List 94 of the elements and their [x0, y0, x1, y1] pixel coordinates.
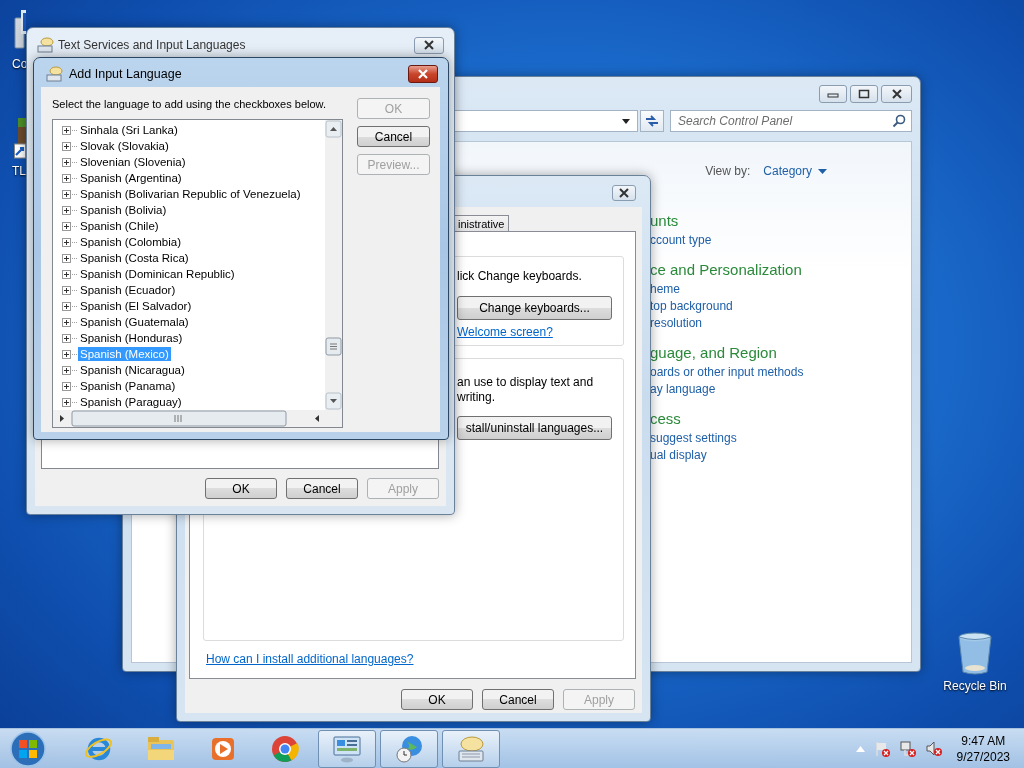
keyboard-bubble-icon	[37, 37, 54, 53]
close-button[interactable]	[408, 65, 438, 83]
expand-icon[interactable]	[62, 269, 71, 279]
category-task-link[interactable]: ccount type	[650, 232, 827, 249]
expand-icon[interactable]	[62, 301, 71, 311]
expand-icon[interactable]	[62, 237, 71, 247]
category-task-link[interactable]: ay language	[650, 381, 827, 398]
language-item[interactable]: Spanish (Bolivia)	[78, 203, 169, 217]
help-link[interactable]: How can I install additional languages?	[206, 652, 624, 667]
language-item[interactable]: Spanish (Colombia)	[78, 235, 183, 249]
refresh-icon	[644, 114, 660, 128]
language-item[interactable]: Spanish (Chile)	[78, 219, 161, 233]
expand-icon[interactable]	[62, 125, 71, 135]
block-shortcut-icon[interactable]	[14, 116, 26, 162]
dialog-button[interactable]: OK	[401, 689, 473, 710]
expand-icon[interactable]	[62, 365, 71, 375]
language-item[interactable]: Spanish (Panama)	[78, 379, 178, 393]
dialog-button[interactable]: Cancel	[482, 689, 554, 710]
keyboard-bubble-icon	[46, 66, 63, 82]
language-item[interactable]: Spanish (Bolivarian Republic of Venezuela)	[78, 187, 303, 201]
expand-icon[interactable]	[62, 221, 71, 231]
welcome-screen-link[interactable]: Welcome screen?	[457, 325, 553, 340]
dropdown-icon	[818, 168, 827, 174]
display-language-text: an use to display text and writing.	[457, 375, 594, 405]
language-item[interactable]: Spanish (El Salvador)	[78, 299, 194, 313]
view-by-label: View by:	[705, 164, 751, 178]
category-task-link[interactable]: resolution	[650, 315, 827, 332]
language-item[interactable]: Slovenian (Slovenia)	[78, 155, 188, 169]
expand-icon[interactable]	[62, 285, 71, 295]
expand-icon[interactable]	[62, 189, 71, 199]
close-button[interactable]	[881, 85, 912, 103]
language-item[interactable]: Spanish (Paraguay)	[78, 395, 184, 409]
language-item[interactable]: Spanish (Guatemala)	[78, 315, 191, 329]
expand-icon[interactable]	[62, 173, 71, 183]
category-heading-link[interactable]: cess	[650, 408, 827, 430]
taskbar-button[interactable]	[318, 729, 376, 768]
desktop-icon-label[interactable]: Recycle Bin	[943, 679, 1007, 693]
category-heading-link[interactable]: guage, and Region	[650, 342, 827, 364]
maximize-button[interactable]	[850, 85, 878, 103]
language-item[interactable]: Spanish (Dominican Republic)	[78, 267, 237, 281]
expand-icon[interactable]	[62, 397, 71, 407]
expand-icon[interactable]	[62, 253, 71, 263]
clock-time[interactable]: 9:47 AM	[961, 732, 1006, 749]
close-icon	[423, 40, 435, 50]
language-item[interactable]: Sinhala (Sri Lanka)	[78, 123, 180, 137]
expand-icon[interactable]	[62, 349, 71, 359]
language-item[interactable]: Spanish (Costa Rica)	[78, 251, 191, 265]
close-icon	[417, 69, 429, 79]
expand-icon[interactable]	[62, 205, 71, 215]
taskbar-button[interactable]	[380, 729, 438, 768]
language-item[interactable]: Slovak (Slovakia)	[78, 139, 171, 153]
language-item[interactable]: Spanish (Ecuador)	[78, 283, 178, 297]
search-icon	[892, 114, 906, 128]
change-keyboards-button[interactable]: Change keyboards...	[457, 296, 612, 320]
search-field[interactable]: Search Control Panel	[670, 110, 912, 132]
expand-icon[interactable]	[62, 333, 71, 343]
expand-icon[interactable]	[62, 317, 71, 327]
dialog-button[interactable]: Cancel	[357, 126, 430, 147]
maximize-icon	[858, 89, 870, 99]
category-heading-link[interactable]: unts	[650, 210, 827, 232]
view-by-dropdown[interactable]: Category	[763, 164, 827, 178]
dropdown-icon	[622, 118, 630, 124]
desktop-icon-label[interactable]: TL	[12, 164, 26, 178]
category-heading-link[interactable]: ce and Personalization	[650, 259, 827, 281]
start-button[interactable]	[8, 728, 48, 768]
instruction-text: lick Change keyboards.	[457, 269, 582, 284]
close-button[interactable]	[414, 36, 444, 54]
close-icon	[890, 89, 903, 99]
close-icon	[618, 188, 630, 198]
instruction-text: Select the language to add using the checkboxes below.	[52, 97, 327, 112]
category-task-link[interactable]: suggest settings	[650, 430, 827, 447]
category-task-link[interactable]: ual display	[650, 447, 827, 464]
close-button[interactable]	[612, 185, 636, 201]
language-item[interactable]: Spanish (Nicaragua)	[78, 363, 187, 377]
dialog-button[interactable]: Cancel	[286, 478, 358, 499]
volume-muted-icon[interactable]	[924, 739, 943, 758]
refresh-button[interactable]	[640, 110, 664, 132]
window-title: Add Input Language	[69, 67, 183, 81]
minimize-icon	[827, 90, 839, 98]
vertical-scrollbar[interactable]	[325, 120, 342, 410]
dialog-button[interactable]: OK	[205, 478, 277, 499]
category-task-link[interactable]: heme	[650, 281, 827, 298]
network-alert-icon[interactable]	[898, 739, 917, 758]
taskbar-button[interactable]	[442, 729, 500, 768]
language-item[interactable]: Spanish (Argentina)	[78, 171, 184, 185]
expand-icon[interactable]	[62, 141, 71, 151]
window-title: Text Services and Input Languages	[58, 38, 247, 52]
clock-date[interactable]: 9/27/2023	[956, 748, 1010, 765]
category-task-link[interactable]: oards or other input methods	[650, 364, 827, 381]
expand-icon[interactable]	[62, 157, 71, 167]
expand-icon[interactable]	[62, 381, 71, 391]
language-item[interactable]: Spanish (Honduras)	[78, 331, 185, 345]
category-task-link[interactable]: top background	[650, 298, 827, 315]
install-languages-button[interactable]: stall/uninstall languages...	[457, 416, 612, 440]
